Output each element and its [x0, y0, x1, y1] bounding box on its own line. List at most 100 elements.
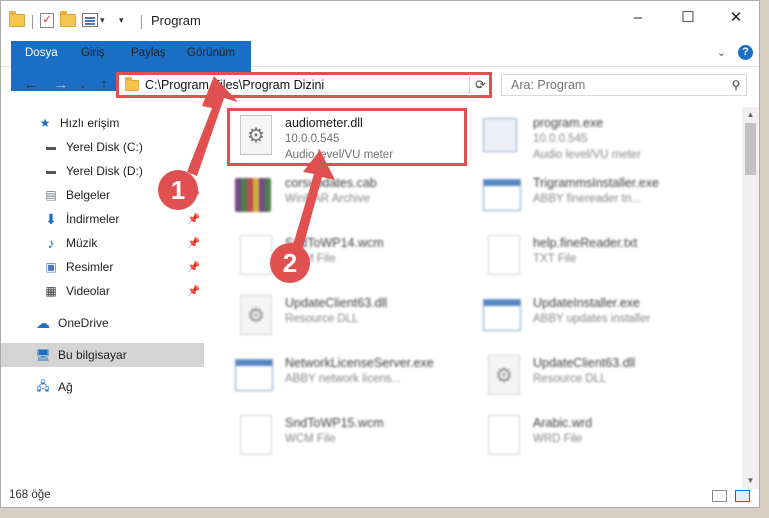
documents-icon: ▤	[45, 188, 57, 202]
item-count: 168 öğe	[9, 489, 51, 501]
address-bar[interactable]: C:\Program Files\Program Dizini ⌄	[116, 72, 492, 98]
window-title: Program	[151, 13, 201, 28]
file-type: WinRAR Archive	[285, 193, 370, 205]
pin-icon[interactable]: 📌	[188, 262, 200, 273]
file-name: UpdateClient63.dll	[285, 296, 388, 310]
back-button[interactable]: ←	[21, 75, 41, 95]
sidebar-item-this-pc[interactable]: 🖥 Bu bilgisayar	[1, 343, 204, 367]
file-type: ABBY network licens...	[285, 373, 402, 385]
dll-gear-icon: ⚙	[483, 355, 525, 397]
vertical-scrollbar[interactable]: ▲ ▼	[742, 107, 759, 489]
file-name: help.fineReader.txt	[533, 236, 638, 250]
search-icon[interactable]: ⚲	[726, 78, 746, 92]
file-highlight-box	[227, 108, 467, 166]
file-item-sndtowp14[interactable]: SndToWP14.wcm WCM File	[231, 231, 471, 281]
file-item-updateclient-dll-2[interactable]: ⚙ UpdateClient63.dll Resource DLL	[479, 351, 719, 401]
sidebar-item-label: İndirmeler	[66, 212, 120, 226]
file-item-updateclient-dll[interactable]: ⚙ UpdateClient63.dll Resource DLL	[231, 291, 471, 341]
file-item-arabic-wrd[interactable]: Arabic.wrd WRD File	[479, 411, 719, 461]
details-view-icon[interactable]	[712, 490, 727, 502]
cloud-icon: ☁	[36, 314, 50, 331]
explorer-window: ✓ ▾ ▾ Program – ☐ ✕ Dosya Giriş Paylaş G…	[0, 0, 760, 508]
exe-window-icon	[483, 295, 525, 337]
music-icon: ♪	[47, 235, 55, 251]
properties-icon[interactable]	[82, 11, 98, 29]
sidebar-item-label: Videolar	[66, 284, 110, 298]
help-icon[interactable]: ?	[738, 45, 753, 60]
sidebar-item-music[interactable]: ♪ Müzik 📌	[1, 231, 204, 255]
sidebar-item-onedrive[interactable]: ☁ OneDrive	[1, 311, 204, 335]
address-path[interactable]: C:\Program Files\Program Dizini	[145, 78, 475, 92]
sidebar-item-label: Belgeler	[66, 188, 111, 202]
up-button[interactable]: ↑	[94, 75, 114, 95]
sidebar-item-label: Yerel Disk (C:)	[66, 140, 143, 154]
file-name: UpdateInstaller.exe	[533, 296, 641, 310]
drive-icon: ▬	[46, 141, 56, 153]
ribbon-tabs: Dosya Giriş Paylaş Görünüm ⌄ ?	[1, 41, 759, 91]
forward-button[interactable]: →	[51, 75, 71, 95]
sidebar-item-label: Yerel Disk (D:)	[66, 164, 143, 178]
customize-toolbar-button[interactable]: ▾	[119, 11, 124, 29]
file-item-sndtowp15[interactable]: SndToWP15.wcm WCM File	[231, 411, 471, 461]
large-icons-view-icon[interactable]	[735, 490, 750, 502]
new-folder-icon[interactable]	[60, 10, 76, 29]
file-name: Arabic.wrd	[533, 416, 593, 430]
pin-icon[interactable]: 📌	[188, 214, 200, 225]
pin-icon[interactable]: 📌	[188, 286, 200, 297]
pin-icon[interactable]: 📌	[188, 238, 200, 249]
file-type: WCM File	[285, 433, 336, 445]
minimize-button[interactable]: –	[615, 1, 661, 33]
tab-share[interactable]: Paylaş	[121, 41, 176, 66]
sidebar-item-network[interactable]: 🖧 Ağ	[1, 375, 204, 399]
file-item-networklicenseserver-exe[interactable]: NetworkLicenseServer.exe ABBY network li…	[231, 351, 471, 401]
file-item-help-txt[interactable]: help.fineReader.txt TXT File	[479, 231, 719, 281]
computer-icon: 🖥	[35, 348, 51, 362]
sidebar-item-videos[interactable]: ▦ Videolar 📌	[1, 279, 204, 303]
video-icon: ▦	[45, 284, 57, 298]
search-box[interactable]: ⚲	[501, 74, 747, 96]
file-name: UpdateClient63.dll	[533, 356, 636, 370]
sidebar-item-quick-access[interactable]: ★ Hızlı erişim	[1, 111, 204, 135]
sidebar-item-label: OneDrive	[58, 316, 109, 330]
blank-file-icon	[483, 415, 525, 457]
maximize-button[interactable]: ☐	[665, 1, 711, 33]
navigation-pane: ★ Hızlı erişim ▬ Yerel Disk (C:) ▬ Yerel…	[1, 107, 206, 477]
file-version: 10.0.0.545	[533, 133, 588, 145]
network-icon: 🖧	[36, 378, 50, 393]
blank-file-icon	[235, 415, 277, 457]
file-item-program-exe[interactable]: program.exe 10.0.0.545 Audio level/VU me…	[479, 111, 719, 161]
file-type: TXT File	[533, 253, 577, 265]
pictures-icon: ▣	[45, 260, 57, 274]
file-type: WRD File	[533, 433, 583, 445]
tab-view[interactable]: Görünüm	[177, 41, 245, 66]
callout-badge-1: 1	[158, 170, 198, 210]
search-input[interactable]	[502, 78, 726, 92]
title-bar: ✓ ▾ ▾ Program – ☐ ✕	[1, 1, 759, 39]
dll-gear-icon: ⚙	[235, 295, 277, 337]
scrollbar-thumb[interactable]	[745, 123, 756, 175]
file-type: Resource DLL	[285, 313, 359, 325]
file-type: ABBY updates installer	[533, 313, 651, 325]
tab-home[interactable]: Giriş	[71, 41, 115, 66]
download-icon: ⬇	[45, 210, 57, 227]
sidebar-item-downloads[interactable]: ⬇ İndirmeler 📌	[1, 207, 204, 231]
folder-icon	[125, 76, 139, 91]
file-item-trigramms-installer[interactable]: TrigrammsInstaller.exe ABBY finereader t…	[479, 171, 719, 221]
file-item-cab[interactable]: corsupdates.cab WinRAR Archive	[231, 171, 471, 221]
expand-ribbon-icon[interactable]: ⌄	[717, 46, 726, 59]
program-exe-icon	[483, 115, 525, 157]
chevron-down-icon[interactable]: ▾	[100, 11, 105, 29]
refresh-button[interactable]: ⟳	[469, 74, 491, 96]
file-item-updateinstaller-exe[interactable]: UpdateInstaller.exe ABBY updates install…	[479, 291, 719, 341]
sidebar-item-label: Ağ	[58, 380, 73, 394]
sidebar-item-local-disk-c[interactable]: ▬ Yerel Disk (C:)	[1, 135, 204, 159]
navigation-bar: ← → ⌄ ↑ C:\Program Files\Program Dizini …	[1, 69, 759, 101]
checkmark-icon[interactable]: ✓	[40, 11, 54, 29]
scroll-up-icon[interactable]: ▲	[742, 107, 759, 123]
recent-locations-button[interactable]: ⌄	[73, 75, 93, 95]
close-button[interactable]: ✕	[713, 1, 759, 33]
separator	[141, 15, 142, 29]
sidebar-item-pictures[interactable]: ▣ Resimler 📌	[1, 255, 204, 279]
file-description: Audio level/VU meter	[533, 149, 642, 161]
drive-icon: ▬	[46, 165, 56, 177]
